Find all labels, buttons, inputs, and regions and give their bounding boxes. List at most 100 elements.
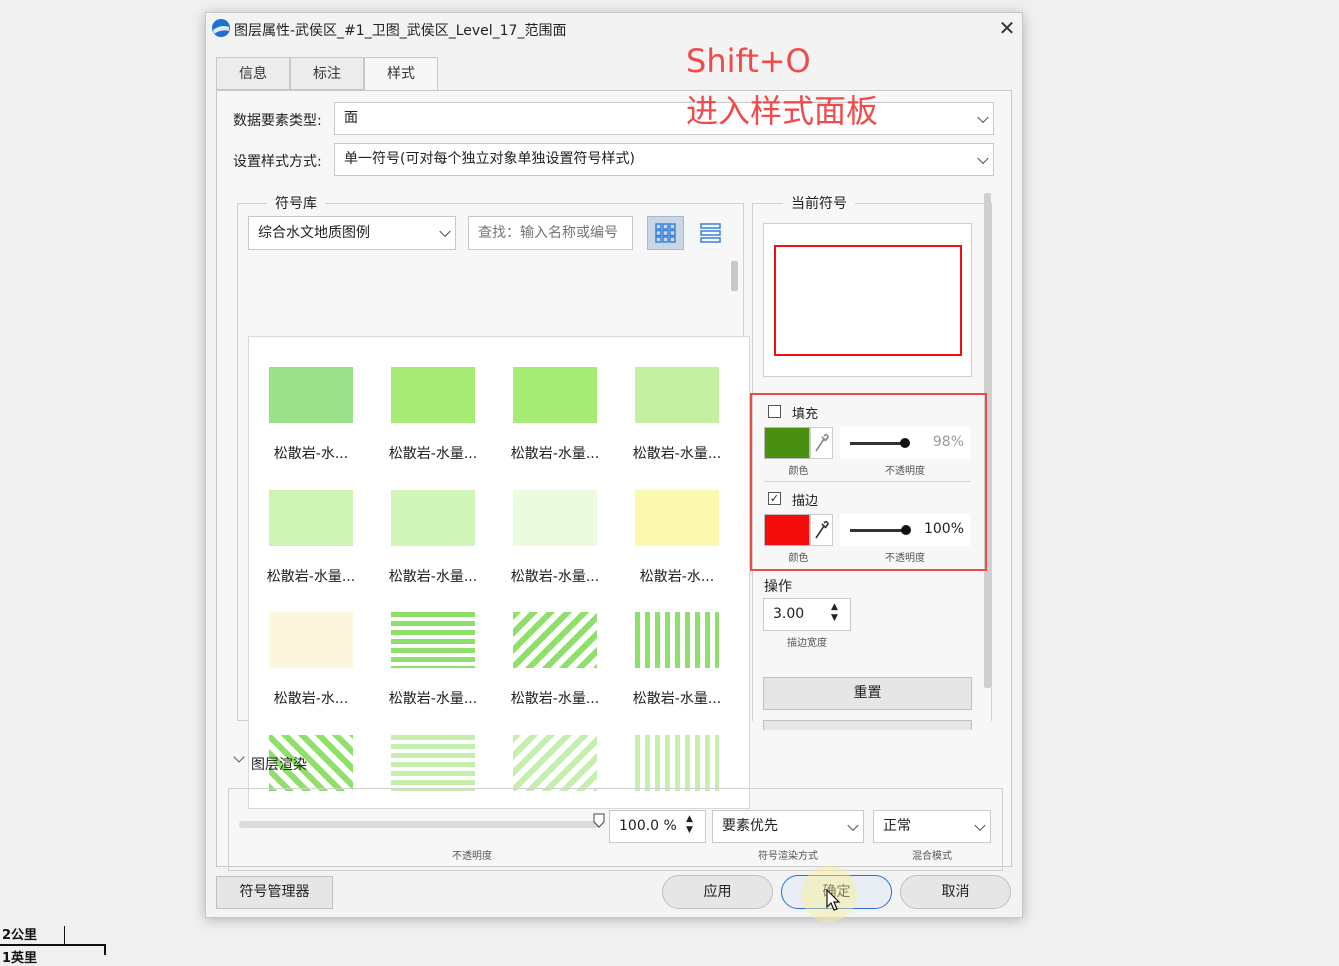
scale-bar-line bbox=[0, 944, 106, 946]
collapse-chevron-icon[interactable] bbox=[233, 751, 245, 763]
symbol-item[interactable]: 松散岩-水量... bbox=[494, 478, 616, 598]
symbol-item[interactable]: 松散岩-水量... bbox=[616, 600, 738, 720]
fill-eyedropper-icon[interactable] bbox=[810, 427, 833, 459]
tab-label[interactable]: 标注 bbox=[290, 57, 364, 90]
symbol-swatch bbox=[269, 612, 353, 668]
mouse-cursor-icon bbox=[826, 889, 841, 911]
symbol-item[interactable]: 松散岩-水量... bbox=[372, 600, 494, 720]
reset-button[interactable]: 重置 bbox=[763, 677, 972, 710]
symbol-swatch bbox=[513, 490, 597, 546]
current-symbol-title: 当前符号 bbox=[783, 193, 855, 213]
apply-button[interactable]: 应用 bbox=[662, 875, 773, 909]
style-mode-select[interactable]: 单一符号(可对每个独立对象单独设置符号样式) bbox=[334, 143, 994, 176]
stepper-arrows-icon[interactable]: ▲ ▼ bbox=[686, 814, 693, 836]
stroke-eyedropper-icon[interactable] bbox=[810, 514, 833, 546]
layer-render-label: 图层渲染 bbox=[251, 757, 307, 773]
blend-mode-caption: 混合模式 bbox=[912, 851, 952, 862]
style-mode-value: 单一符号(可对每个独立对象单独设置符号样式) bbox=[344, 151, 635, 167]
eyedropper-glyph bbox=[815, 433, 829, 452]
list-view-glyph bbox=[700, 223, 721, 243]
stroke-opacity-value: 100% bbox=[923, 521, 964, 537]
symbol-item-label: 松散岩-水量... bbox=[510, 691, 600, 707]
symbol-item-label: 松散岩-水量... bbox=[632, 446, 722, 462]
blend-mode-select[interactable]: 正常 bbox=[873, 810, 991, 843]
chevron-down-icon bbox=[977, 152, 989, 164]
scale-bar-tick bbox=[64, 926, 65, 944]
fill-opacity-knob[interactable] bbox=[899, 438, 910, 448]
symbol-manager-button[interactable]: 符号管理器 bbox=[216, 876, 333, 909]
symbol-item[interactable]: 松散岩-水... bbox=[250, 600, 372, 720]
stroke-opacity-field[interactable]: 100% bbox=[840, 514, 970, 546]
tab-style[interactable]: 样式 bbox=[364, 57, 438, 91]
cancel-button[interactable]: 取消 bbox=[900, 875, 1011, 909]
symbol-grid-scroll-thumb[interactable] bbox=[731, 261, 738, 291]
stroke-width-stepper[interactable]: 3.00 ▲ ▼ bbox=[763, 598, 851, 631]
symbol-item-label: 松散岩-水量... bbox=[388, 569, 478, 585]
render-mode-value: 要素优先 bbox=[722, 818, 778, 834]
stroke-color-swatch[interactable] bbox=[764, 514, 810, 546]
symbol-swatch bbox=[391, 612, 475, 668]
grid-view-icon[interactable] bbox=[647, 216, 684, 250]
chevron-down-icon bbox=[974, 819, 986, 831]
symbol-search-input[interactable] bbox=[468, 216, 633, 250]
layer-opacity-stepper[interactable]: 100.0 % ▲ ▼ bbox=[609, 810, 706, 843]
tab-info-label: 信息 bbox=[239, 66, 267, 82]
data-type-value: 面 bbox=[344, 110, 358, 126]
scale-bar-end-tick bbox=[104, 944, 106, 955]
tab-label-label: 标注 bbox=[313, 66, 341, 82]
annotation-caption: 进入样式面板 bbox=[686, 92, 879, 130]
symbol-library-value: 综合水文地质图例 bbox=[258, 225, 370, 241]
stroke-width-value: 3.00 bbox=[773, 606, 805, 622]
symbol-preview bbox=[763, 223, 972, 377]
symbol-item-label: 松散岩-水量... bbox=[510, 569, 600, 585]
symbol-item[interactable]: 松散岩-水量... bbox=[372, 478, 494, 598]
tab-style-label: 样式 bbox=[387, 66, 415, 82]
tab-info[interactable]: 信息 bbox=[216, 57, 290, 90]
symbol-item-label: 松散岩-水量... bbox=[388, 446, 478, 462]
symbol-item-label: 松散岩-水... bbox=[273, 691, 349, 707]
list-view-icon[interactable] bbox=[692, 216, 729, 250]
operation-label: 操作 bbox=[764, 579, 792, 595]
symbol-item-label: 松散岩-水量... bbox=[266, 569, 356, 585]
symbol-item[interactable]: 松散岩-水量... bbox=[494, 600, 616, 720]
window-title: 图层属性-武侯区_#1_卫图_武侯区_Level_17_范围面 bbox=[234, 23, 567, 39]
symbol-swatch bbox=[513, 735, 597, 791]
layer-opacity-track[interactable] bbox=[239, 821, 601, 828]
symbol-item-label: 松散岩-水... bbox=[639, 569, 715, 585]
scale-bar: 2公里 1英里 bbox=[0, 920, 110, 966]
style-tab-panel: 数据要素类型: 面 设置样式方式: 单一符号(可对每个独立对象单独设置符号样式)… bbox=[216, 90, 1012, 871]
symbol-library-select[interactable]: 综合水文地质图例 bbox=[248, 216, 456, 250]
symbol-item[interactable]: 松散岩-水... bbox=[250, 355, 372, 475]
fill-checkbox[interactable] bbox=[768, 405, 781, 418]
symbol-swatch bbox=[635, 490, 719, 546]
stroke-opacity-caption: 不透明度 bbox=[885, 553, 925, 564]
reset-button-label: 重置 bbox=[853, 685, 882, 701]
symbol-manager-label: 符号管理器 bbox=[239, 884, 310, 900]
data-type-select[interactable]: 面 bbox=[334, 102, 994, 135]
symbol-item[interactable]: 松散岩-水量... bbox=[372, 355, 494, 475]
stroke-color-caption: 颜色 bbox=[788, 553, 809, 564]
render-mode-caption: 符号渲染方式 bbox=[758, 851, 818, 862]
close-icon[interactable]: ✕ bbox=[996, 17, 1018, 39]
annotation-shortcut: Shift+O bbox=[686, 42, 811, 80]
symbol-item[interactable]: 松散岩-水量... bbox=[250, 478, 372, 598]
symbol-item[interactable]: 松散岩-水量... bbox=[616, 355, 738, 475]
apply-label: 应用 bbox=[703, 884, 732, 900]
eyedropper-glyph bbox=[815, 520, 829, 539]
symbol-swatch bbox=[391, 490, 475, 546]
symbol-swatch bbox=[513, 612, 597, 668]
hidden-button-partial[interactable] bbox=[763, 720, 972, 730]
stroke-checkbox[interactable]: ✓ bbox=[768, 492, 781, 505]
stroke-label: 描边 bbox=[792, 494, 819, 509]
fill-opacity-field[interactable]: 98% bbox=[840, 427, 970, 459]
layer-opacity-thumb[interactable] bbox=[593, 813, 605, 828]
stroke-opacity-knob[interactable] bbox=[901, 525, 911, 535]
stepper-arrows-icon[interactable]: ▲ ▼ bbox=[831, 602, 838, 624]
symbol-swatch bbox=[391, 735, 475, 791]
render-mode-select[interactable]: 要素优先 bbox=[712, 810, 864, 843]
symbol-item[interactable]: 松散岩-水... bbox=[616, 478, 738, 598]
fill-color-swatch[interactable] bbox=[764, 427, 810, 459]
symbol-item-label: 松散岩-水量... bbox=[632, 691, 722, 707]
title-bar[interactable]: 图层属性-武侯区_#1_卫图_武侯区_Level_17_范围面 ✕ bbox=[206, 13, 1022, 45]
symbol-item[interactable]: 松散岩-水量... bbox=[494, 355, 616, 475]
